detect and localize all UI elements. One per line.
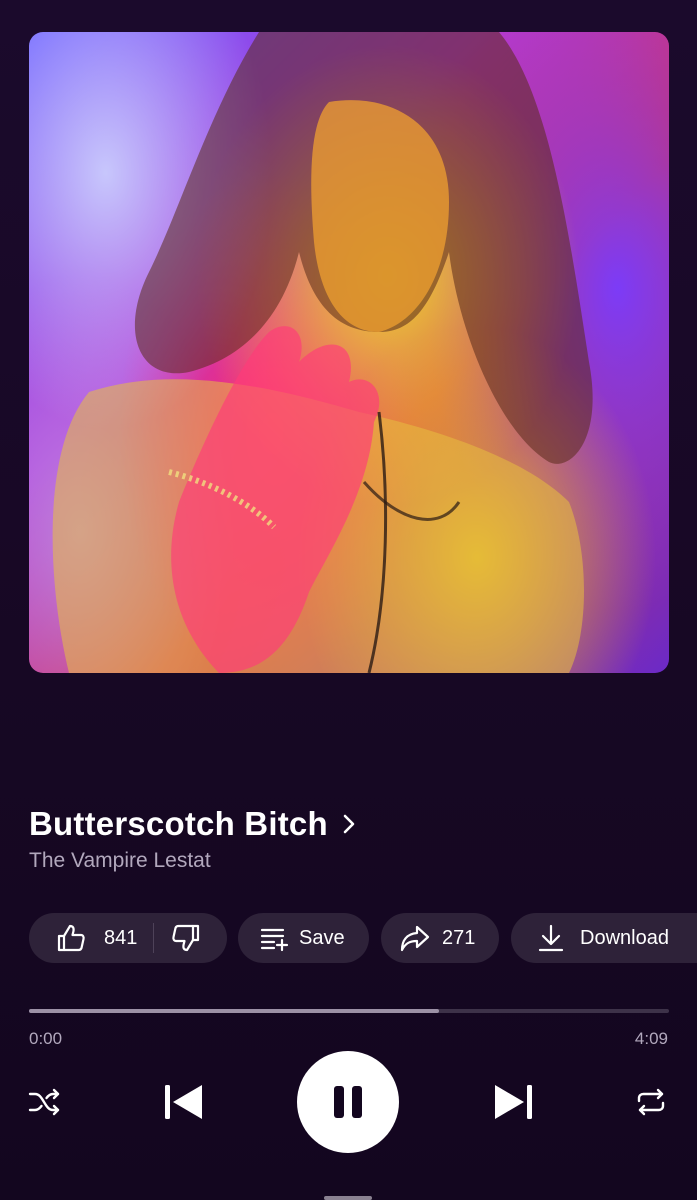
repeat-icon[interactable] <box>633 1084 669 1120</box>
track-title-row[interactable]: Butterscotch Bitch <box>29 803 356 845</box>
pill-divider <box>153 923 155 953</box>
skip-next-icon[interactable] <box>492 1082 536 1122</box>
download-button[interactable]: Download <box>511 913 697 963</box>
track-artist[interactable]: The Vampire Lestat <box>29 849 211 873</box>
share-icon <box>399 923 431 953</box>
like-count[interactable]: 841 <box>104 927 137 950</box>
track-title[interactable]: Butterscotch Bitch <box>29 805 328 843</box>
thumbs-up-icon[interactable] <box>55 922 87 954</box>
pause-icon <box>328 1082 368 1122</box>
like-dislike-pill: 841 <box>29 913 227 963</box>
thumbs-down-icon[interactable] <box>170 922 202 954</box>
share-count: 271 <box>442 926 476 949</box>
playlist-add-icon <box>259 923 289 953</box>
chevron-right-icon[interactable] <box>342 813 356 835</box>
save-button[interactable]: Save <box>238 913 369 963</box>
pause-button[interactable] <box>297 1051 399 1153</box>
download-icon <box>537 923 565 953</box>
duration: 4:09 <box>634 1029 668 1048</box>
progress-bar[interactable] <box>29 1009 669 1013</box>
share-button[interactable]: 271 <box>381 913 499 963</box>
album-art-figure <box>52 32 593 673</box>
shuffle-icon[interactable] <box>26 1084 62 1120</box>
album-art <box>29 32 669 673</box>
download-label: Download <box>580 926 669 949</box>
home-indicator[interactable] <box>324 1196 372 1200</box>
skip-previous-icon[interactable] <box>161 1082 205 1122</box>
progress-buffered <box>29 1009 439 1013</box>
current-time: 0:00 <box>29 1029 63 1048</box>
save-label: Save <box>299 926 345 949</box>
